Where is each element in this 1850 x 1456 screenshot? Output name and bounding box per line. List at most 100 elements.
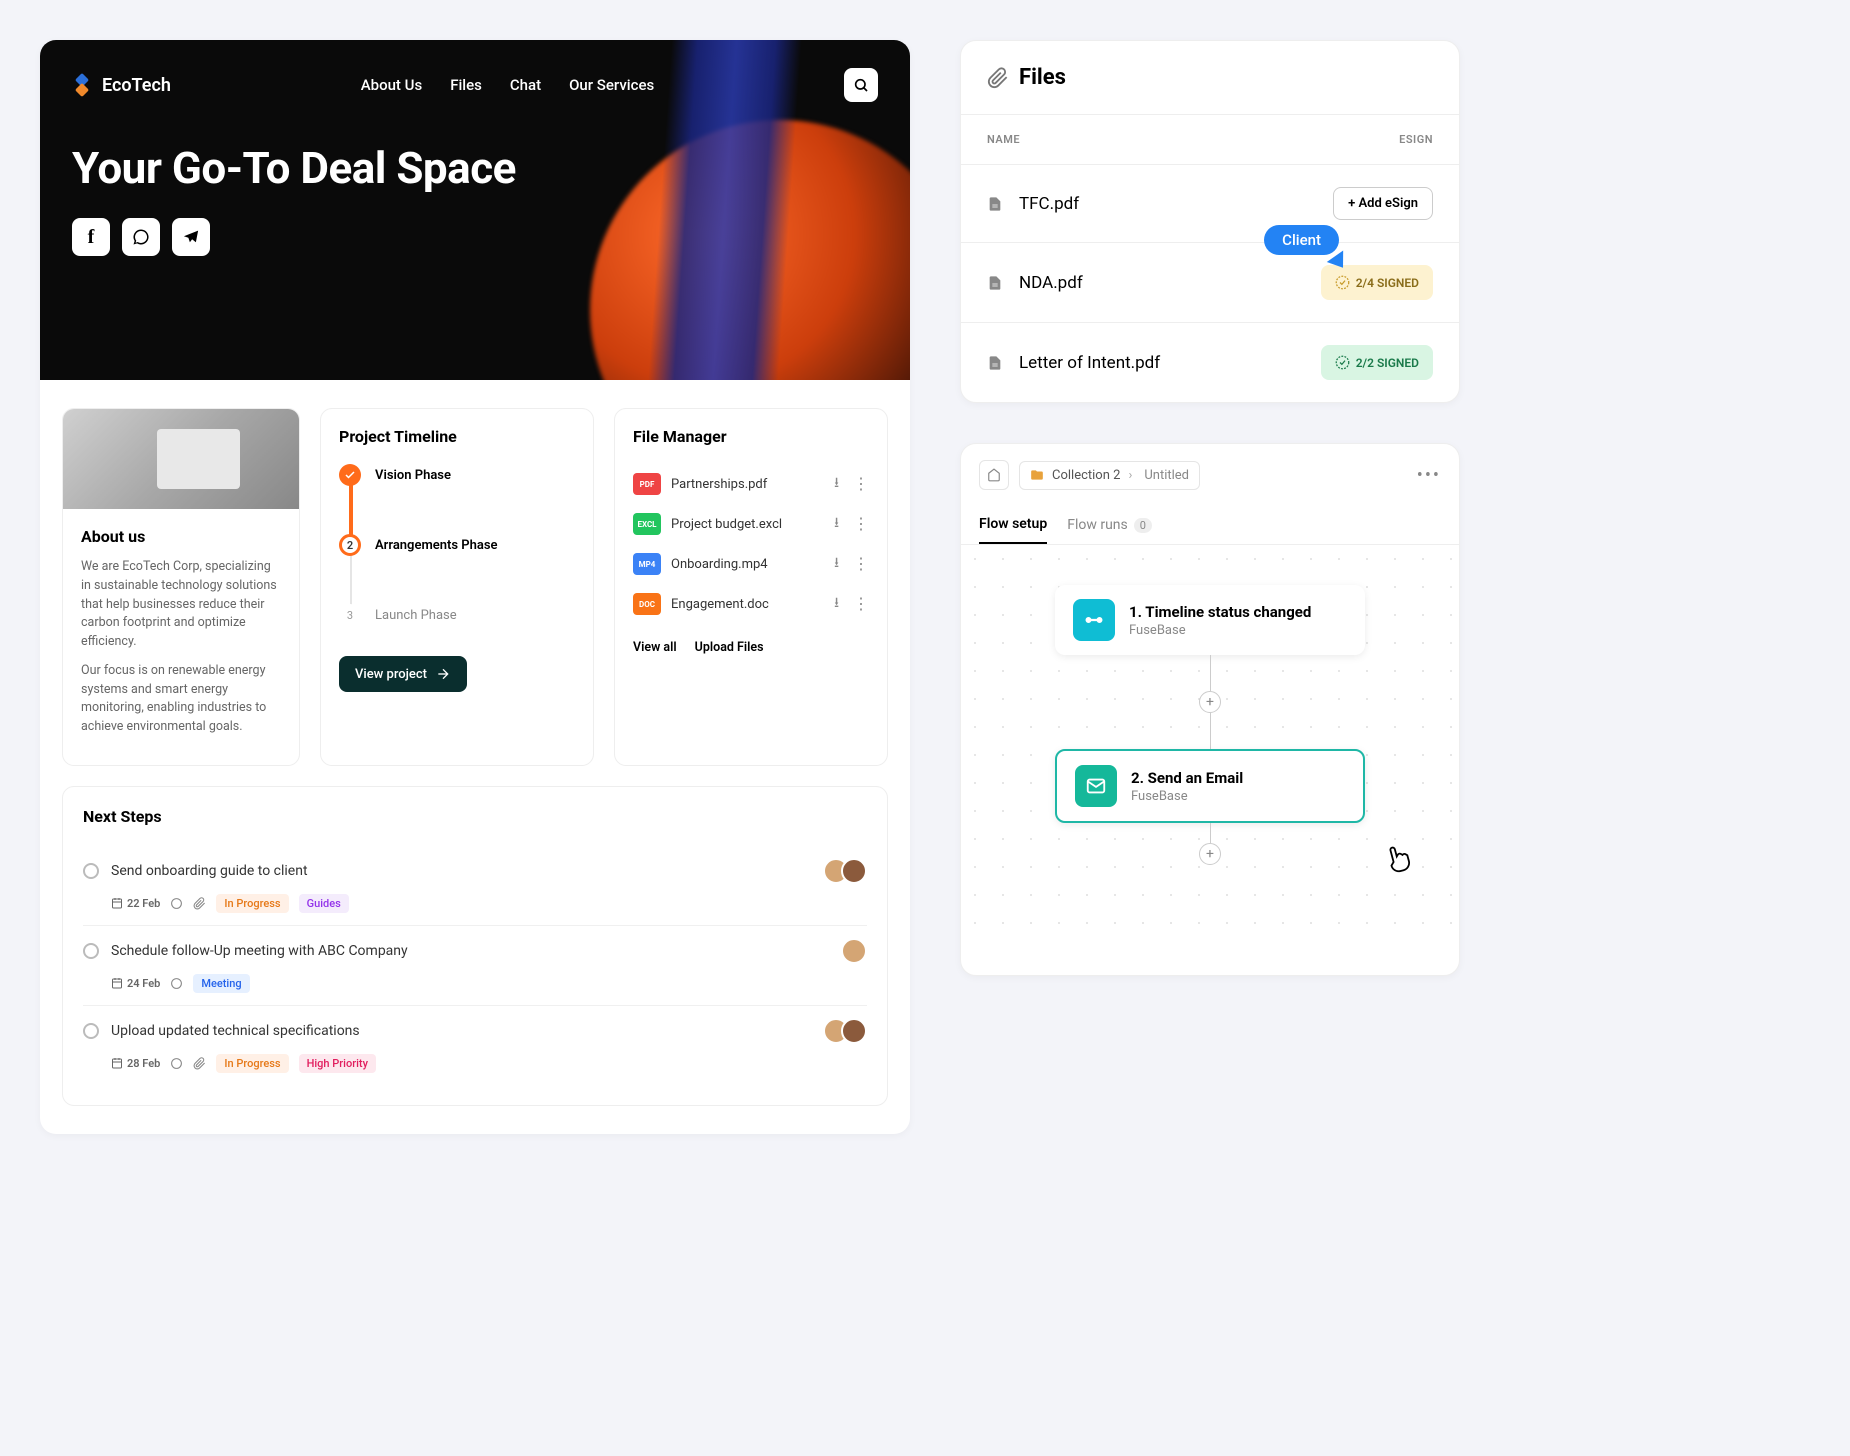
file-more-icon[interactable]: ⋮ — [853, 516, 869, 532]
files-panel: Files NAME ESIGN TFC.pdf+ Add eSign NDA.… — [960, 40, 1460, 403]
step-checkbox[interactable] — [83, 943, 99, 959]
tag-orange: In Progress — [216, 1054, 288, 1073]
whatsapp-button[interactable] — [122, 218, 160, 256]
download-icon[interactable]: ⭳ — [834, 552, 839, 576]
paperclip-icon — [193, 1057, 206, 1070]
download-icon[interactable]: ⭳ — [834, 512, 839, 536]
phase-1-dot — [339, 464, 361, 486]
file-name: NDA.pdf — [987, 273, 1321, 293]
view-project-button[interactable]: View project — [339, 656, 467, 692]
timeline-title: Project Timeline — [339, 427, 575, 446]
tab-flow-setup[interactable]: Flow setup — [979, 506, 1047, 544]
client-label: Client — [1264, 225, 1339, 255]
phase-1-label: Vision Phase — [375, 468, 451, 483]
step-checkbox[interactable] — [83, 1023, 99, 1039]
step-checkbox[interactable] — [83, 863, 99, 879]
files-panel-title: Files — [1019, 65, 1066, 90]
about-text-1: We are EcoTech Corp, specializing in sus… — [81, 558, 281, 652]
download-icon[interactable]: ⭳ — [834, 472, 839, 496]
step-title: Send onboarding guide to client — [111, 863, 819, 879]
view-all-link[interactable]: View all — [633, 640, 677, 655]
add-esign-button[interactable]: + Add eSign — [1333, 187, 1433, 220]
add-node-button-2[interactable]: + — [1199, 843, 1221, 865]
step-avatars — [831, 1018, 867, 1044]
step-date: 28 Feb — [111, 1057, 160, 1070]
step-title: Upload updated technical specifications — [111, 1023, 819, 1039]
calendar-icon — [111, 977, 123, 989]
facebook-icon: f — [88, 226, 95, 249]
circle-icon — [170, 897, 183, 910]
file-type-badge: MP4 — [633, 553, 661, 575]
step-title: Schedule follow-Up meeting with ABC Comp… — [111, 943, 837, 959]
flow-node-2[interactable]: 2. Send an Email FuseBase — [1055, 749, 1365, 823]
phase-2-label: Arrangements Phase — [375, 538, 498, 553]
file-row: PDF Partnerships.pdf ⭳ ⋮ — [633, 464, 869, 504]
about-text-2: Our focus is on renewable energy systems… — [81, 662, 281, 737]
flow-node-1[interactable]: 1. Timeline status changed FuseBase — [1055, 585, 1365, 655]
document-icon — [987, 196, 1003, 212]
flow-canvas[interactable]: 1. Timeline status changed FuseBase + 2.… — [961, 545, 1459, 945]
avatar — [841, 858, 867, 884]
folder-icon — [1030, 468, 1044, 482]
flow-panel: Collection 2 › Untitled ••• Flow setup F… — [960, 443, 1460, 976]
tag-orange: In Progress — [216, 894, 288, 913]
home-button[interactable] — [979, 460, 1009, 490]
files-row: TFC.pdf+ Add eSign — [961, 165, 1459, 243]
chevron-right-icon: › — [1128, 468, 1132, 483]
esign-status-badge: 2/2 SIGNED — [1321, 345, 1433, 380]
hero: EcoTech About Us Files Chat Our Services… — [40, 40, 910, 380]
file-type-badge: DOC — [633, 593, 661, 615]
nav-files[interactable]: Files — [450, 76, 482, 94]
file-name: Letter of Intent.pdf — [987, 353, 1321, 373]
step-item: Send onboarding guide to client 22 Feb I… — [83, 846, 867, 926]
document-icon — [987, 275, 1003, 291]
nav-chat[interactable]: Chat — [510, 76, 541, 94]
avatar — [841, 1018, 867, 1044]
paperclip-icon — [987, 67, 1009, 89]
facebook-button[interactable]: f — [72, 218, 110, 256]
node-2-title: 2. Send an Email — [1131, 769, 1243, 787]
about-image — [63, 409, 299, 509]
brand-name: EcoTech — [102, 75, 171, 96]
runs-count: 0 — [1134, 518, 1152, 533]
check-icon — [344, 469, 356, 481]
file-more-icon[interactable]: ⋮ — [853, 596, 869, 612]
tag-red: High Priority — [299, 1054, 376, 1073]
main-nav: About Us Files Chat Our Services — [361, 76, 655, 94]
download-icon[interactable]: ⭳ — [834, 592, 839, 616]
file-more-icon[interactable]: ⋮ — [853, 476, 869, 492]
about-card: About us We are EcoTech Corp, specializi… — [62, 408, 300, 766]
timeline-card: Project Timeline Vision Phase 2 Arrangem… — [320, 408, 594, 766]
tab-flow-runs[interactable]: Flow runs 0 — [1067, 506, 1152, 544]
step-avatars — [831, 858, 867, 884]
search-button[interactable] — [844, 68, 878, 102]
next-steps-title: Next Steps — [83, 807, 867, 826]
col-esign: ESIGN — [1399, 133, 1433, 146]
step-date: 24 Feb — [111, 977, 160, 990]
file-name: Partnerships.pdf — [671, 477, 824, 492]
cursor-hand-icon — [1377, 837, 1421, 881]
avatar — [841, 938, 867, 964]
upload-files-link[interactable]: Upload Files — [695, 640, 764, 655]
file-manager-title: File Manager — [633, 427, 869, 446]
whatsapp-icon — [132, 228, 150, 246]
step-item: Schedule follow-Up meeting with ABC Comp… — [83, 926, 867, 1006]
file-row: EXCL Project budget.excl ⭳ ⋮ — [633, 504, 869, 544]
phase-3-label: Launch Phase — [375, 608, 457, 623]
add-node-button[interactable]: + — [1199, 691, 1221, 713]
more-menu-button[interactable]: ••• — [1417, 465, 1441, 486]
file-name: Engagement.doc — [671, 597, 824, 612]
nav-about[interactable]: About Us — [361, 76, 423, 94]
file-name: Project budget.excl — [671, 517, 824, 532]
step-avatars — [849, 938, 867, 964]
file-more-icon[interactable]: ⋮ — [853, 556, 869, 572]
file-row: MP4 Onboarding.mp4 ⭳ ⋮ — [633, 544, 869, 584]
breadcrumb-collection[interactable]: Collection 2 › Untitled — [1019, 461, 1200, 490]
nav-services[interactable]: Our Services — [569, 76, 654, 94]
telegram-button[interactable] — [172, 218, 210, 256]
search-icon — [853, 77, 869, 93]
files-row: Letter of Intent.pdf 2/2 SIGNED — [961, 323, 1459, 402]
email-icon — [1075, 765, 1117, 807]
timeline-icon — [1073, 599, 1115, 641]
telegram-icon — [182, 228, 200, 246]
